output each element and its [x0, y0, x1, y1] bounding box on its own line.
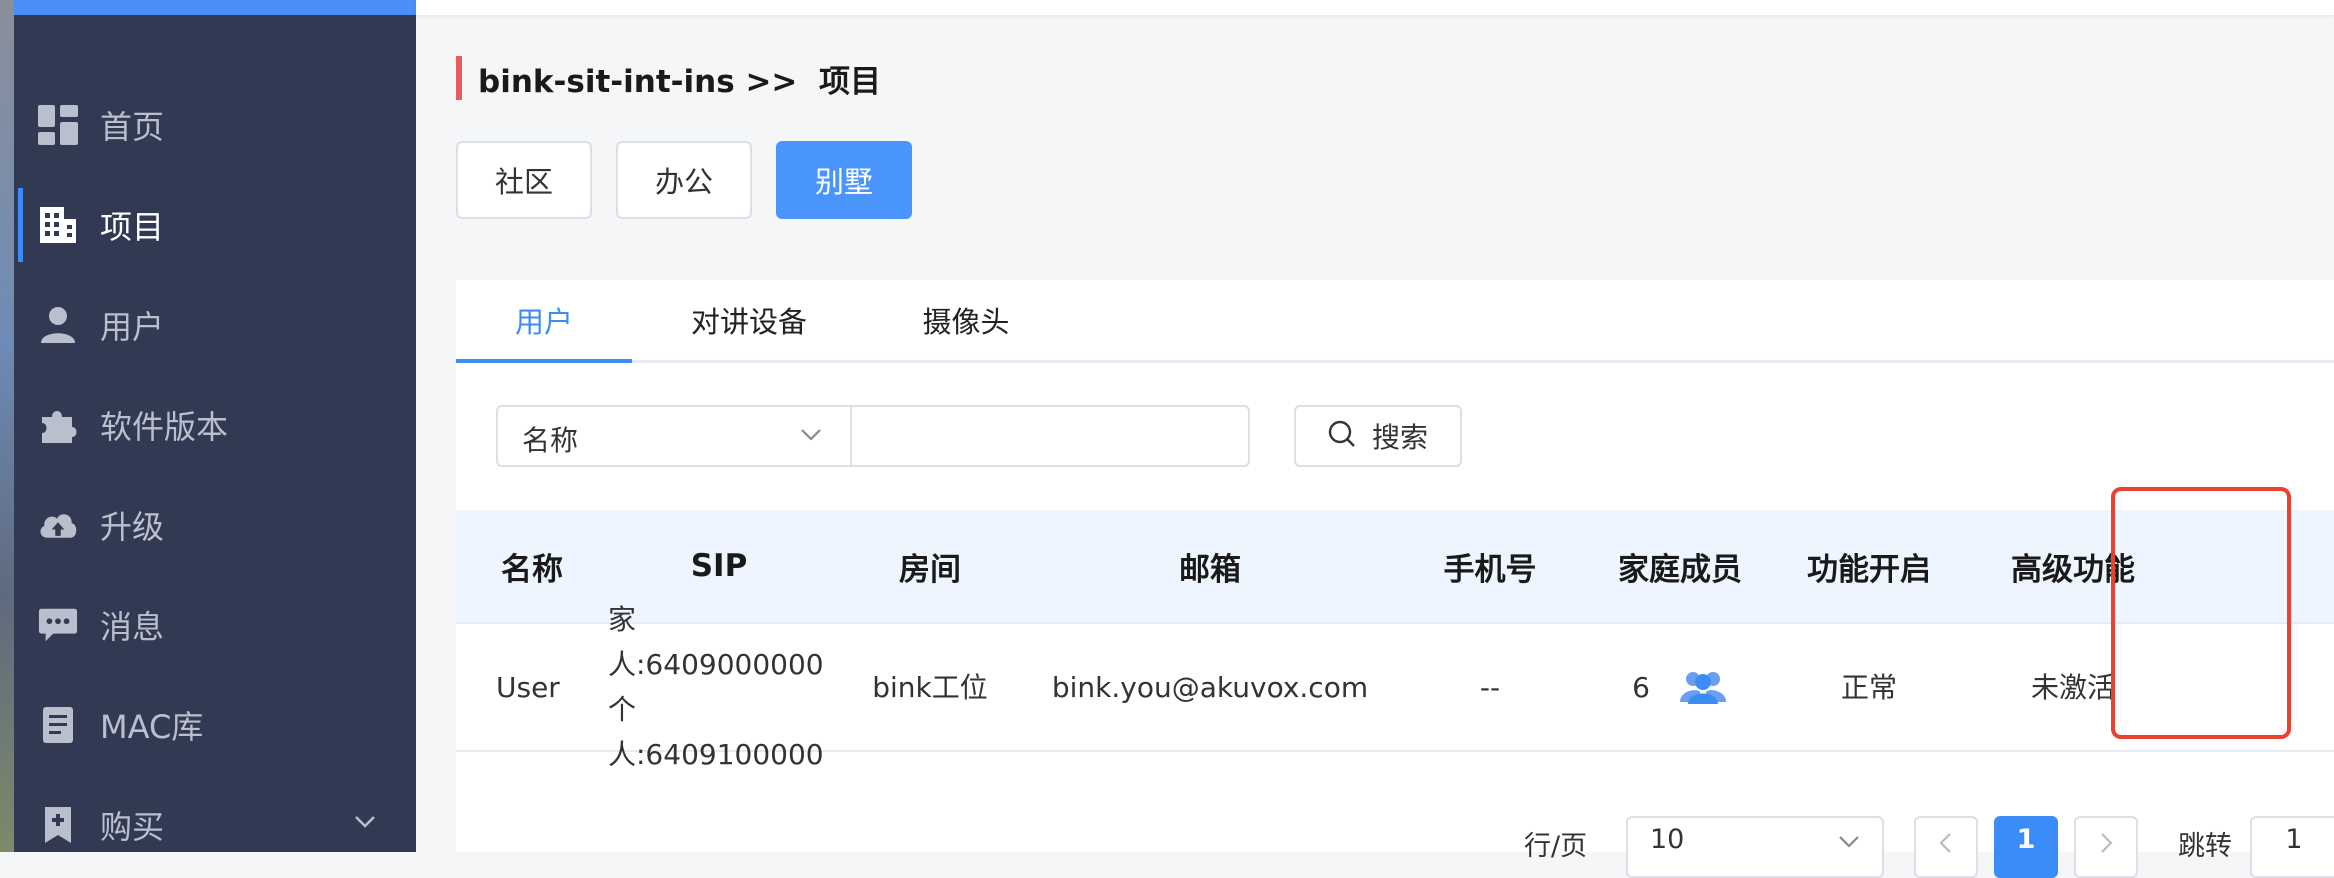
document-icon — [38, 705, 78, 745]
cloud-upload-icon — [38, 505, 78, 545]
page-button-current[interactable]: 1 — [1994, 816, 2058, 878]
column-header-phone: 手机号 — [1443, 551, 1537, 588]
building-icon — [38, 205, 78, 245]
next-page-button[interactable] — [2074, 816, 2138, 878]
jump-label: 跳转 — [2178, 831, 2232, 862]
tab-cameras[interactable]: 摄像头 — [866, 280, 1066, 360]
table-row[interactable]: User 家人:6409000000 个人:6409100000 bink工位 … — [456, 603, 2334, 771]
cell-sip: 家人:6409000000 个人:6409100000 — [608, 603, 830, 771]
chevron-down-icon — [354, 814, 376, 833]
family-members-icon[interactable] — [1678, 668, 1728, 706]
rows-per-page-value: 10 — [1650, 824, 1685, 855]
window-edge — [0, 0, 14, 852]
sidebar: 首页 项目 用户 软件版本 升级 消息 MAC库 购买 — [0, 0, 416, 852]
family-member-count: 6 — [1632, 670, 1650, 704]
tab-users[interactable]: 用户 — [456, 280, 632, 363]
search-input[interactable] — [850, 405, 1250, 467]
column-header-features: 功能开启 — [1807, 551, 1931, 588]
highlight-box — [2111, 487, 2291, 739]
sip-personal: 个人:6409100000 — [608, 693, 824, 771]
content-panel: 用户 对讲设备 摄像头 名称 搜索 名称 SIP 房间 邮箱 手机号 家庭成员 … — [456, 280, 2334, 852]
jump-page-input[interactable]: 1 — [2250, 816, 2334, 878]
current-page-number: 1 — [2016, 824, 2036, 855]
chevron-down-icon — [1838, 834, 1860, 853]
sidebar-top-bar — [0, 0, 416, 15]
sidebar-item-label: 消息 — [100, 608, 165, 646]
sidebar-item-users[interactable]: 用户 — [14, 280, 416, 370]
column-header-email: 邮箱 — [1179, 551, 1241, 588]
chevron-left-icon — [1938, 832, 1952, 858]
top-header-strip — [416, 0, 2334, 15]
search-button-label: 搜索 — [1371, 421, 1428, 454]
chevron-right-icon — [2100, 832, 2114, 858]
cell-email: bink.you@akuvox.com — [1051, 670, 1369, 704]
cell-feature-status: 正常 — [1840, 670, 1897, 704]
cell-name: User — [496, 670, 560, 704]
message-icon — [38, 605, 78, 645]
type-community-button[interactable]: 社区 — [456, 141, 592, 219]
dashboard-icon — [38, 105, 78, 145]
tab-bar: 用户 对讲设备 摄像头 — [456, 280, 2334, 363]
column-header-name: 名称 — [501, 551, 563, 588]
search-field-select-value: 名称 — [522, 424, 579, 457]
rows-per-page-select[interactable]: 10 — [1626, 816, 1884, 878]
search-button[interactable]: 搜索 — [1294, 405, 1462, 467]
breadcrumb-accent-bar — [456, 56, 462, 100]
search-field-select[interactable]: 名称 — [496, 405, 850, 467]
breadcrumb-text: bink-sit-int-ins >> 项目 — [478, 63, 881, 100]
sidebar-item-label: 用户 — [100, 308, 165, 346]
cell-phone: -- — [1479, 670, 1501, 704]
sidebar-item-label: 首页 — [100, 108, 165, 146]
breadcrumb: bink-sit-int-ins >> 项目 — [456, 56, 881, 100]
column-header-room: 房间 — [899, 551, 961, 588]
prev-page-button[interactable] — [1914, 816, 1978, 878]
search-icon — [1328, 420, 1356, 452]
sidebar-item-home[interactable]: 首页 — [14, 80, 416, 170]
type-villa-button[interactable]: 别墅 — [776, 141, 912, 219]
sidebar-item-messages[interactable]: 消息 — [14, 580, 416, 670]
user-icon — [38, 305, 78, 345]
main-content: bink-sit-int-ins >> 项目 社区 办公 别墅 用户 对讲设备 … — [416, 0, 2334, 878]
column-header-family-members: 家庭成员 — [1618, 551, 1742, 588]
sidebar-item-label: 购买 — [100, 808, 165, 846]
cell-family-members: 6 — [1590, 624, 1770, 750]
sidebar-item-label: 项目 — [100, 208, 165, 246]
sidebar-item-mac-library[interactable]: MAC库 — [14, 680, 416, 770]
sidebar-item-upgrade[interactable]: 升级 — [14, 480, 416, 570]
rows-per-page-label: 行/页 — [1524, 831, 1588, 862]
sidebar-item-projects[interactable]: 项目 — [14, 180, 416, 270]
sidebar-item-label: 升级 — [100, 508, 165, 546]
sidebar-item-label: 软件版本 — [100, 408, 229, 446]
sidebar-item-software-version[interactable]: 软件版本 — [14, 380, 416, 470]
jump-page-value: 1 — [2285, 824, 2303, 855]
bookmark-icon — [38, 805, 78, 845]
cell-room: bink工位 — [872, 670, 988, 704]
puzzle-icon — [38, 405, 78, 445]
type-office-button[interactable]: 办公 — [616, 141, 752, 219]
tab-intercom-devices[interactable]: 对讲设备 — [632, 280, 866, 360]
sidebar-item-label: MAC库 — [100, 708, 204, 746]
sip-family: 家人:6409000000 — [608, 603, 824, 681]
chevron-down-icon — [800, 427, 822, 446]
sidebar-item-purchase[interactable]: 购买 — [14, 780, 416, 870]
